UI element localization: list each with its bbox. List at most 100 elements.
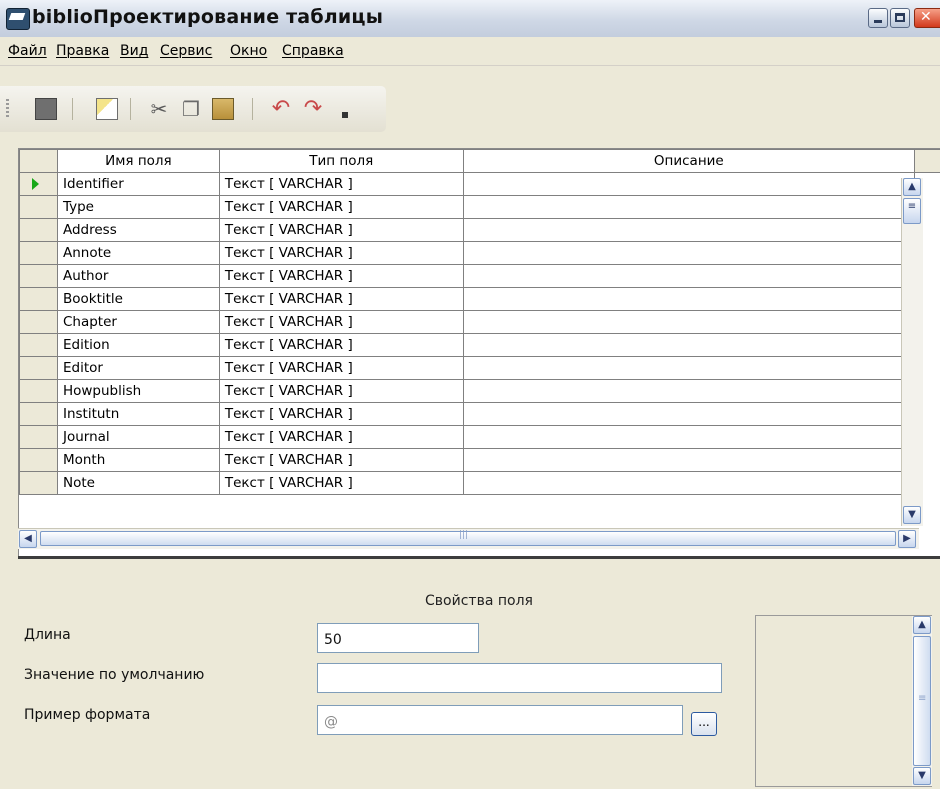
menu-help[interactable]: Справка [282, 43, 344, 59]
row-header[interactable] [19, 218, 58, 242]
field-type-cell[interactable]: Текст [ VARCHAR ] [218, 333, 464, 357]
field-description-cell[interactable] [462, 425, 916, 449]
field-description-cell[interactable] [462, 241, 916, 265]
paste-icon[interactable] [212, 98, 234, 120]
field-type-cell[interactable]: Текст [ VARCHAR ] [218, 471, 464, 495]
menu-file[interactable]: Файл [8, 43, 47, 59]
field-description-cell[interactable] [462, 379, 916, 403]
table-row[interactable]: Institutn Текст [ VARCHAR ] [19, 402, 940, 426]
design-icon[interactable] [96, 98, 118, 120]
column-header[interactable]: Тип поля [218, 149, 464, 173]
toolbar-grip[interactable] [6, 99, 9, 119]
menu-window[interactable]: Окно [230, 43, 267, 59]
field-name-cell[interactable]: Month [56, 448, 220, 472]
field-name-cell[interactable]: Booktitle [56, 287, 220, 311]
field-description-cell[interactable] [462, 402, 916, 426]
table-row[interactable]: Address Текст [ VARCHAR ] [19, 218, 940, 242]
row-header[interactable] [19, 172, 58, 196]
field-description-cell[interactable] [462, 356, 916, 380]
field-type-cell[interactable]: Текст [ VARCHAR ] [218, 218, 464, 242]
cut-icon[interactable]: ✂ [148, 98, 170, 120]
menu-edit[interactable]: Правка [56, 43, 109, 59]
more-icon[interactable] [342, 112, 348, 118]
scroll-thumb[interactable]: ≡ [903, 198, 921, 224]
scroll-left-icon[interactable]: ◀ [19, 530, 37, 548]
field-description-cell[interactable] [462, 218, 916, 242]
field-type-cell[interactable]: Текст [ VARCHAR ] [218, 264, 464, 288]
table-row[interactable]: Editor Текст [ VARCHAR ] [19, 356, 940, 380]
field-description-cell[interactable] [462, 471, 916, 495]
row-header[interactable] [19, 379, 58, 403]
field-name-cell[interactable]: Institutn [56, 402, 220, 426]
table-row[interactable]: Chapter Текст [ VARCHAR ] [19, 310, 940, 334]
field-description-cell[interactable] [462, 172, 916, 196]
scroll-right-icon[interactable]: ▶ [898, 530, 916, 548]
field-name-cell[interactable]: Note [56, 471, 220, 495]
table-row[interactable]: Note Текст [ VARCHAR ] [19, 471, 940, 495]
field-type-cell[interactable]: Текст [ VARCHAR ] [218, 172, 464, 196]
column-header[interactable]: Имя поля [56, 149, 220, 173]
row-header[interactable] [19, 402, 58, 426]
menu-tools[interactable]: Сервис [160, 43, 212, 59]
field-type-cell[interactable]: Текст [ VARCHAR ] [218, 448, 464, 472]
scroll-down-icon[interactable]: ▼ [903, 506, 921, 524]
field-description-cell[interactable] [462, 195, 916, 219]
table-row[interactable]: Journal Текст [ VARCHAR ] [19, 425, 940, 449]
save-icon[interactable] [35, 98, 57, 120]
undo-icon[interactable]: ↶ [270, 98, 292, 120]
help-scroll-up-icon[interactable]: ▲ [913, 616, 931, 634]
field-description-cell[interactable] [462, 448, 916, 472]
redo-icon[interactable]: ↷ [302, 98, 324, 120]
copy-icon[interactable]: ❐ [180, 98, 202, 120]
field-type-cell[interactable]: Текст [ VARCHAR ] [218, 195, 464, 219]
close-button[interactable] [914, 8, 940, 28]
field-type-cell[interactable]: Текст [ VARCHAR ] [218, 287, 464, 311]
field-type-cell[interactable]: Текст [ VARCHAR ] [218, 241, 464, 265]
field-description-cell[interactable] [462, 264, 916, 288]
maximize-button[interactable] [890, 8, 910, 28]
horizontal-scroll-thumb[interactable] [40, 530, 896, 546]
format-dialog-button[interactable]: ... [691, 712, 717, 736]
field-type-cell[interactable]: Текст [ VARCHAR ] [218, 425, 464, 449]
row-header[interactable] [19, 241, 58, 265]
scroll-up-icon[interactable]: ▲ [903, 178, 921, 196]
field-name-cell[interactable]: Identifier [56, 172, 220, 196]
field-name-cell[interactable]: Address [56, 218, 220, 242]
field-name-cell[interactable]: Editor [56, 356, 220, 380]
help-scrollbar[interactable]: ▲ ▼ [912, 616, 932, 786]
help-scroll-thumb[interactable] [913, 636, 931, 766]
row-header[interactable] [19, 471, 58, 495]
row-header[interactable] [19, 333, 58, 357]
table-row[interactable]: Annote Текст [ VARCHAR ] [19, 241, 940, 265]
field-name-cell[interactable]: Journal [56, 425, 220, 449]
table-row[interactable]: Edition Текст [ VARCHAR ] [19, 333, 940, 357]
pane-splitter[interactable] [18, 556, 940, 559]
length-field[interactable]: 50 [317, 623, 479, 653]
field-description-cell[interactable] [462, 333, 916, 357]
field-name-cell[interactable]: Edition [56, 333, 220, 357]
field-type-cell[interactable]: Текст [ VARCHAR ] [218, 310, 464, 334]
row-header[interactable] [19, 310, 58, 334]
row-header[interactable] [19, 287, 58, 311]
row-header[interactable] [19, 425, 58, 449]
field-name-cell[interactable]: Annote [56, 241, 220, 265]
table-row[interactable]: Author Текст [ VARCHAR ] [19, 264, 940, 288]
row-header[interactable] [19, 448, 58, 472]
field-description-cell[interactable] [462, 310, 916, 334]
field-type-cell[interactable]: Текст [ VARCHAR ] [218, 379, 464, 403]
column-header[interactable]: Описание [462, 149, 916, 173]
table-row[interactable]: Howpublish Текст [ VARCHAR ] [19, 379, 940, 403]
row-header[interactable] [19, 356, 58, 380]
field-description-cell[interactable] [462, 287, 916, 311]
row-header[interactable] [19, 195, 58, 219]
table-row[interactable]: Month Текст [ VARCHAR ] [19, 448, 940, 472]
row-header[interactable] [19, 264, 58, 288]
help-scroll-down-icon[interactable]: ▼ [913, 767, 931, 785]
grid-vertical-scrollbar[interactable]: ▲ ≡ ▼ [901, 178, 923, 526]
table-row[interactable]: Booktitle Текст [ VARCHAR ] [19, 287, 940, 311]
field-type-cell[interactable]: Текст [ VARCHAR ] [218, 356, 464, 380]
field-name-cell[interactable]: Author [56, 264, 220, 288]
menu-view[interactable]: Вид [120, 43, 148, 59]
table-row[interactable]: Identifier Текст [ VARCHAR ] [19, 172, 940, 196]
field-name-cell[interactable]: Chapter [56, 310, 220, 334]
